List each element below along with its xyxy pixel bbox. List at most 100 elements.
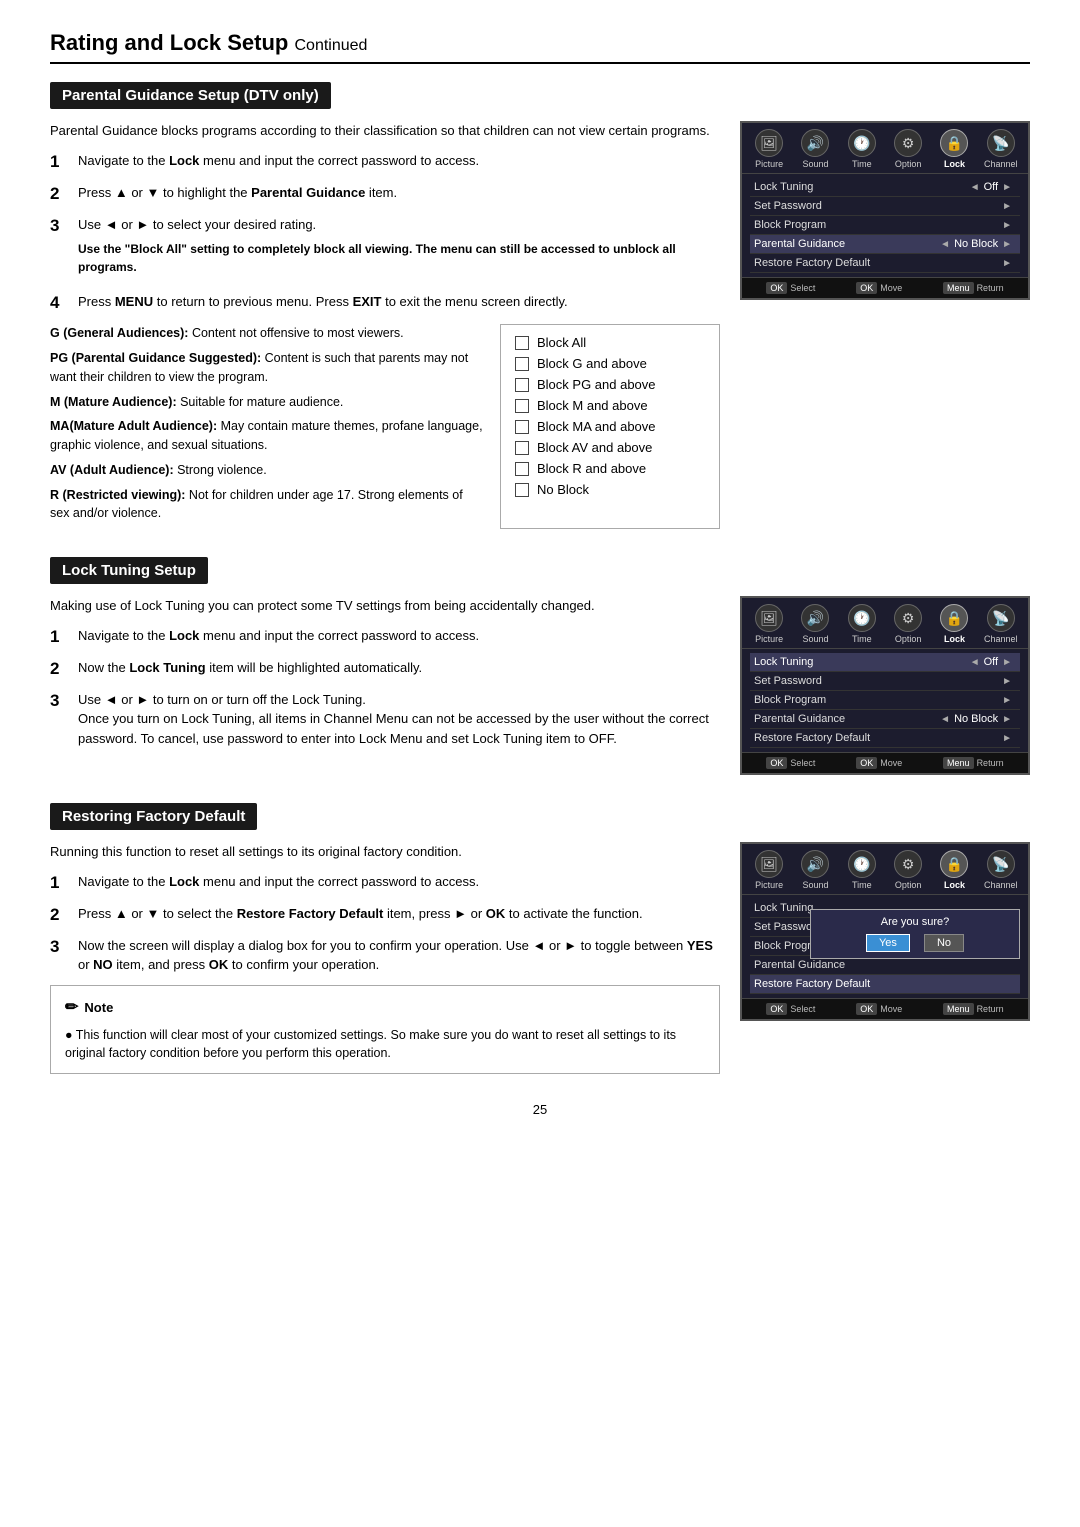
step-item: 3 Use ◄ or ► to select your desired rati… <box>50 215 720 283</box>
dialog-yes-button[interactable]: Yes <box>866 934 910 952</box>
tv-menu-icons-1: 🖼 Picture 🔊 Sound 🕐 Time ⚙ Option <box>742 123 1028 174</box>
tv-icon-time: 🕐 Time <box>844 604 880 644</box>
tv-icon-channel: 📡 Channel <box>983 604 1019 644</box>
tv-icon-lock-active: 🔒 Lock <box>936 129 972 169</box>
tv-menu-row-block-program: Block Program ► <box>750 216 1020 235</box>
note-header: ✏ Note <box>65 996 705 1020</box>
tv-menu-footer-3: OK Select OK Move Menu Return <box>742 998 1028 1019</box>
tv-icon-option: ⚙ Option <box>890 129 926 169</box>
restore-steps: 1 Navigate to the Lock menu and input th… <box>50 872 720 975</box>
tv-icon-channel: 📡 Channel <box>983 129 1019 169</box>
rating-item: Block All <box>515 335 705 350</box>
dialog-title: Are you sure? <box>821 916 1009 928</box>
tv-menu-row-parental-guidance: Parental Guidance ◄ No Block ► <box>750 710 1020 729</box>
parental-section: Parental Guidance Setup (DTV only) Paren… <box>50 82 1030 529</box>
tv-menu-row-restore-default: Restore Factory Default ► <box>750 254 1020 273</box>
rating-checkbox[interactable] <box>515 483 529 497</box>
parental-section-header: Parental Guidance Setup (DTV only) <box>50 82 331 109</box>
tv-menu-footer-1: OK Select OK Move Menu Return <box>742 277 1028 298</box>
restore-intro: Running this function to reset all setti… <box>50 842 720 862</box>
tv-menu-display-1: 🖼 Picture 🔊 Sound 🕐 Time ⚙ Option <box>740 121 1030 300</box>
page-number: 25 <box>50 1102 1030 1117</box>
step-item: 1 Navigate to the Lock menu and input th… <box>50 872 720 894</box>
rating-checkbox[interactable] <box>515 441 529 455</box>
ratings-area: G (General Audiences): Content not offen… <box>50 324 720 529</box>
note-icon: ✏ <box>65 996 78 1020</box>
title-text: Rating and Lock Setup <box>50 30 288 55</box>
rating-checkbox[interactable] <box>515 357 529 371</box>
block-all-note: Use the "Block All" setting to completel… <box>78 240 720 276</box>
tv-icon-picture: 🖼 Picture <box>751 604 787 644</box>
rating-checkbox[interactable] <box>515 420 529 434</box>
tv-menu-body-3: Lock Tuning Set Password Block Program P… <box>742 895 1028 998</box>
tv-menu-display-2: 🖼 Picture 🔊 Sound 🕐 Time ⚙ Option <box>740 596 1030 775</box>
step-item: 1 Navigate to the Lock menu and input th… <box>50 626 720 648</box>
lock-tuning-section: Lock Tuning Setup Making use of Lock Tun… <box>50 557 1030 775</box>
tv-menu-display-3: 🖼 Picture 🔊 Sound 🕐 Time ⚙ Option <box>740 842 1030 1021</box>
tv-icon-lock-active: 🔒 Lock <box>936 850 972 890</box>
step-item: 3 Use ◄ or ► to turn on or turn off the … <box>50 690 720 749</box>
restore-section: Restoring Factory Default Running this f… <box>50 803 1030 1074</box>
rating-checkbox[interactable] <box>515 336 529 350</box>
step-item: 2 Now the Lock Tuning item will be highl… <box>50 658 720 680</box>
tv-menu-footer-2: OK Select OK Move Menu Return <box>742 752 1028 773</box>
tv-icon-option: ⚙ Option <box>890 850 926 890</box>
rating-item: Block MA and above <box>515 419 705 434</box>
rating-item: Block R and above <box>515 461 705 476</box>
tv-menu-row-lock-tuning: Lock Tuning ◄ Off ► <box>750 653 1020 672</box>
tv-menu-row-parental-guidance: Parental Guidance ◄ No Block ► <box>750 235 1020 254</box>
tv-menu-body-2: Lock Tuning ◄ Off ► Set Password ► Block… <box>742 649 1028 752</box>
note-box: ✏ Note ● This function will clear most o… <box>50 985 720 1075</box>
tv-menu-row-set-password: Set Password ► <box>750 197 1020 216</box>
tv-icon-sound: 🔊 Sound <box>797 129 833 169</box>
rating-checkbox[interactable] <box>515 399 529 413</box>
lock-left-col: Making use of Lock Tuning you can protec… <box>50 596 720 758</box>
step-item: 2 Press ▲ or ▼ to select the Restore Fac… <box>50 904 720 926</box>
step-item: 4 Press MENU to return to previous menu.… <box>50 292 720 314</box>
rating-item: Block AV and above <box>515 440 705 455</box>
ratings-panel: Block All Block G and above Block PG and… <box>500 324 720 529</box>
rating-checkbox[interactable] <box>515 462 529 476</box>
dialog-no-button[interactable]: No <box>924 934 964 952</box>
tv-icon-channel: 📡 Channel <box>983 850 1019 890</box>
parental-steps: 1 Navigate to the Lock menu and input th… <box>50 151 720 315</box>
rating-checkbox[interactable] <box>515 378 529 392</box>
lock-intro: Making use of Lock Tuning you can protec… <box>50 596 720 616</box>
rating-item: Block G and above <box>515 356 705 371</box>
tv-menu-row-lock-tuning: Lock Tuning ◄ Off ► <box>750 178 1020 197</box>
tv-icon-sound: 🔊 Sound <box>797 850 833 890</box>
rating-item: Block M and above <box>515 398 705 413</box>
ratings-desc: G (General Audiences): Content not offen… <box>50 324 484 529</box>
tv-icon-time: 🕐 Time <box>844 129 880 169</box>
tv-menu-1: 🖼 Picture 🔊 Sound 🕐 Time ⚙ Option <box>740 121 1030 300</box>
tv-icon-picture: 🖼 Picture <box>751 129 787 169</box>
continued-text: Continued <box>294 37 367 54</box>
note-text: ● This function will clear most of your … <box>65 1026 705 1064</box>
tv-menu-row-block-program: Block Program ► <box>750 691 1020 710</box>
tv-icon-lock-active: 🔒 Lock <box>936 604 972 644</box>
rating-item: No Block <box>515 482 705 497</box>
dialog-buttons: Yes No <box>821 934 1009 952</box>
tv-menu-2: 🖼 Picture 🔊 Sound 🕐 Time ⚙ Option <box>740 596 1030 775</box>
tv-menu-3: 🖼 Picture 🔊 Sound 🕐 Time ⚙ Option <box>740 842 1030 1021</box>
restore-left-col: Running this function to reset all setti… <box>50 842 720 1074</box>
restore-section-header: Restoring Factory Default <box>50 803 257 830</box>
parental-left-col: Parental Guidance blocks programs accord… <box>50 121 720 529</box>
step-item: 3 Now the screen will display a dialog b… <box>50 936 720 975</box>
lock-tuning-header: Lock Tuning Setup <box>50 557 208 584</box>
rating-item: Block PG and above <box>515 377 705 392</box>
tv-icon-time: 🕐 Time <box>844 850 880 890</box>
tv-icon-option: ⚙ Option <box>890 604 926 644</box>
tv-icon-sound: 🔊 Sound <box>797 604 833 644</box>
tv-icon-picture: 🖼 Picture <box>751 850 787 890</box>
main-title: Rating and Lock Setup Continued <box>50 30 1030 64</box>
tv-menu-icons-3: 🖼 Picture 🔊 Sound 🕐 Time ⚙ Option <box>742 844 1028 895</box>
tv-menu-row-restore-default: Restore Factory Default <box>750 975 1020 994</box>
are-you-sure-dialog: Are you sure? Yes No <box>810 909 1020 959</box>
tv-menu-body-1: Lock Tuning ◄ Off ► Set Password ► Block… <box>742 174 1028 277</box>
parental-intro: Parental Guidance blocks programs accord… <box>50 121 720 141</box>
tv-menu-icons-2: 🖼 Picture 🔊 Sound 🕐 Time ⚙ Option <box>742 598 1028 649</box>
tv-menu-row-restore-default: Restore Factory Default ► <box>750 729 1020 748</box>
step-item: 1 Navigate to the Lock menu and input th… <box>50 151 720 173</box>
lock-steps: 1 Navigate to the Lock menu and input th… <box>50 626 720 749</box>
